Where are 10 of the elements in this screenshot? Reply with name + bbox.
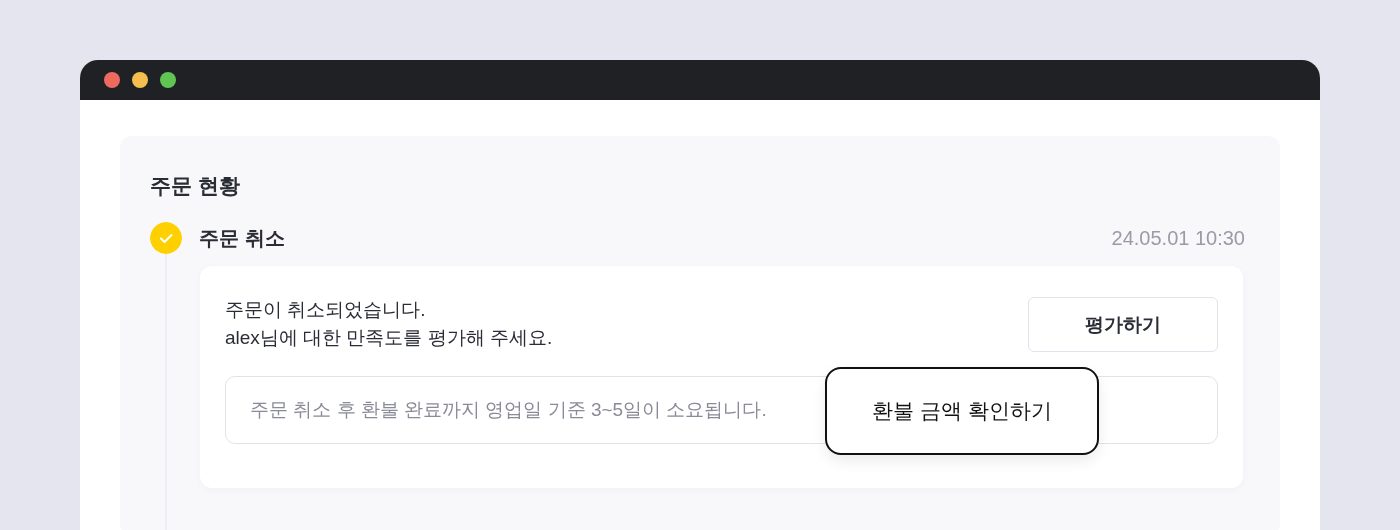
refund-amount-button[interactable]: 환불 금액 확인하기 [825, 367, 1099, 455]
minimize-icon[interactable] [132, 72, 148, 88]
rate-button[interactable]: 평가하기 [1028, 297, 1218, 352]
step-time: 24.05.01 10:30 [1111, 226, 1245, 250]
maximize-icon[interactable] [160, 72, 176, 88]
step-title: 주문 취소 [199, 225, 285, 251]
panel-title: 주문 현황 [150, 173, 240, 199]
close-icon[interactable] [104, 72, 120, 88]
message-text: alex님에 대한 만족도를 평가해 주세요. [225, 326, 553, 350]
message-text: 주문이 취소되었습니다. [225, 298, 427, 322]
